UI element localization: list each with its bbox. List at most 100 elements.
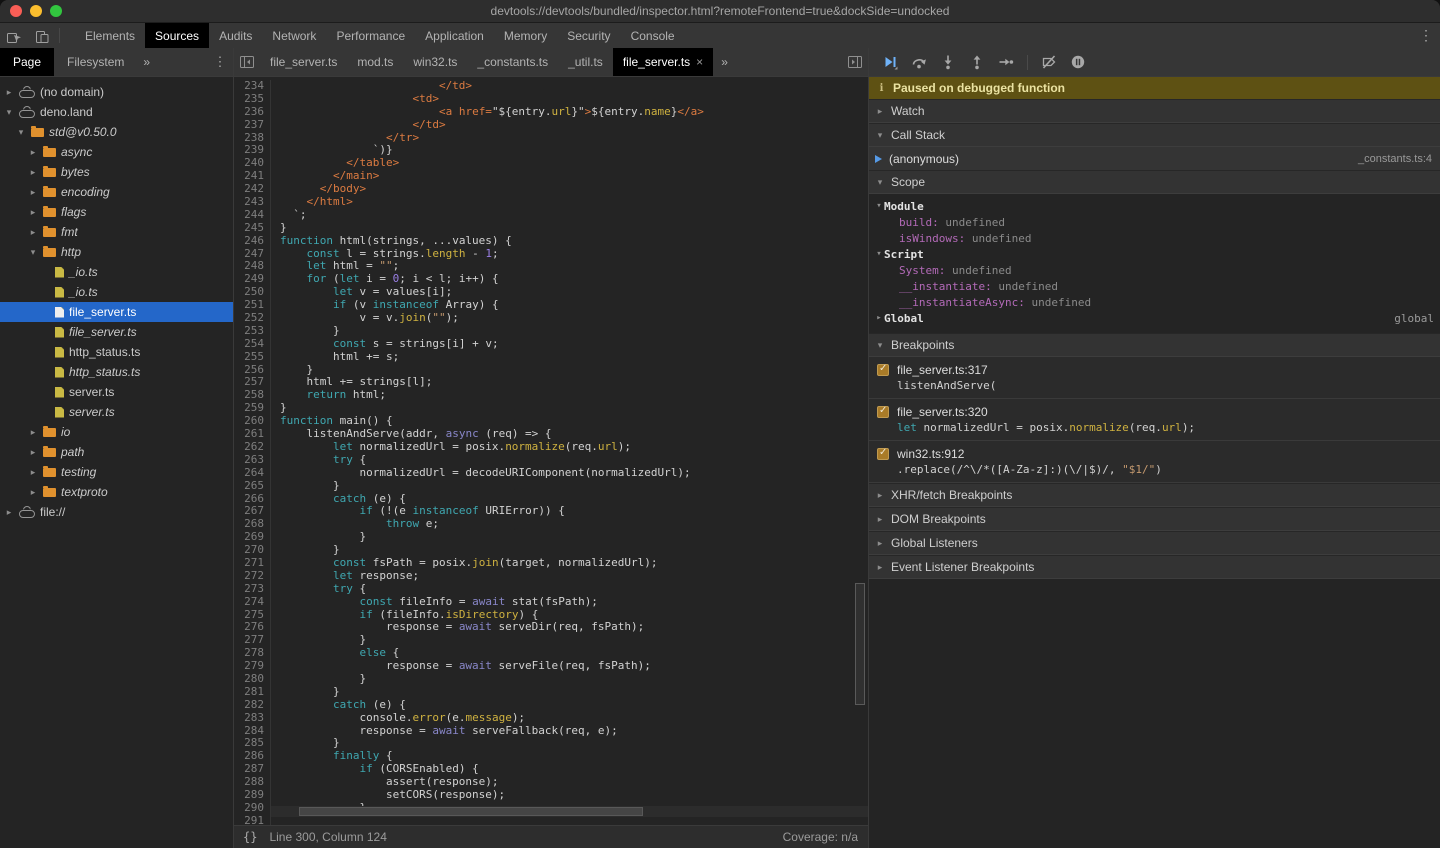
tree-item-http[interactable]: ▾http bbox=[0, 242, 233, 262]
main-tab-elements[interactable]: Elements bbox=[75, 23, 145, 48]
line-number[interactable]: 253 bbox=[234, 325, 271, 338]
more-options-icon[interactable]: ⋮ bbox=[1412, 23, 1440, 48]
line-number[interactable]: 290 bbox=[234, 802, 271, 815]
main-tab-sources[interactable]: Sources bbox=[145, 23, 209, 48]
code-editor[interactable]: 234 </td>235 <td>236 <a href="${entry.ur… bbox=[234, 77, 868, 825]
line-number[interactable]: 265 bbox=[234, 480, 271, 493]
line-number[interactable]: 282 bbox=[234, 699, 271, 712]
main-tab-performance[interactable]: Performance bbox=[326, 23, 415, 48]
main-tab-security[interactable]: Security bbox=[557, 23, 620, 48]
tree-item-std@v0.50.0[interactable]: ▾std@v0.50.0 bbox=[0, 122, 233, 142]
call-stack-frame[interactable]: (anonymous) _constants.ts:4 bbox=[869, 147, 1440, 170]
tree-item-http_status.ts[interactable]: http_status.ts bbox=[0, 362, 233, 382]
file-tabs-overflow[interactable]: » bbox=[713, 48, 736, 76]
main-tab-network[interactable]: Network bbox=[262, 23, 326, 48]
minimize-button[interactable] bbox=[30, 5, 42, 17]
navigator-tab-page[interactable]: Page bbox=[0, 48, 54, 76]
line-number[interactable]: 271 bbox=[234, 557, 271, 570]
resume-icon[interactable] bbox=[877, 51, 903, 73]
main-tab-audits[interactable]: Audits bbox=[209, 23, 262, 48]
step-icon[interactable] bbox=[993, 51, 1019, 73]
section-call-stack[interactable]: ▾ Call Stack bbox=[869, 123, 1440, 147]
breakpoint-item[interactable]: file_server.ts:320let normalizedUrl = po… bbox=[869, 399, 1440, 441]
line-number[interactable]: 255 bbox=[234, 351, 271, 364]
line-number[interactable]: 264 bbox=[234, 467, 271, 480]
step-into-icon[interactable] bbox=[935, 51, 961, 73]
show-debugger-icon[interactable] bbox=[842, 48, 868, 76]
file-tab-file_server.ts[interactable]: file_server.ts× bbox=[613, 48, 713, 76]
line-number[interactable]: 246 bbox=[234, 235, 271, 248]
close-tab-icon[interactable]: × bbox=[696, 55, 703, 69]
tree-item-http_status.ts[interactable]: http_status.ts bbox=[0, 342, 233, 362]
hide-navigator-icon[interactable] bbox=[234, 48, 260, 76]
tree-item-testing[interactable]: ▸testing bbox=[0, 462, 233, 482]
tree-item-server.ts[interactable]: server.ts bbox=[0, 382, 233, 402]
line-number[interactable]: 243 bbox=[234, 196, 271, 209]
deactivate-breakpoints-icon[interactable] bbox=[1036, 51, 1062, 73]
section-scope[interactable]: ▾ Scope bbox=[869, 170, 1440, 194]
line-number[interactable]: 237 bbox=[234, 119, 271, 132]
breakpoint-checkbox[interactable] bbox=[877, 406, 889, 418]
main-tab-memory[interactable]: Memory bbox=[494, 23, 557, 48]
pretty-print-icon[interactable]: {} bbox=[234, 830, 269, 844]
breakpoint-checkbox[interactable] bbox=[877, 364, 889, 376]
line-number[interactable]: 280 bbox=[234, 673, 271, 686]
line-number[interactable]: 262 bbox=[234, 441, 271, 454]
tree-item--no-domain-[interactable]: ▸(no domain) bbox=[0, 82, 233, 102]
line-number[interactable]: 236 bbox=[234, 106, 271, 119]
line-number[interactable]: 244 bbox=[234, 209, 271, 222]
tree-item-encoding[interactable]: ▸encoding bbox=[0, 182, 233, 202]
breakpoint-checkbox[interactable] bbox=[877, 448, 889, 460]
line-number[interactable]: 261 bbox=[234, 428, 271, 441]
line-number[interactable]: 283 bbox=[234, 712, 271, 725]
line-number[interactable]: 273 bbox=[234, 583, 271, 596]
file-tab-win32.ts[interactable]: win32.ts bbox=[403, 48, 467, 76]
tree-item-flags[interactable]: ▸flags bbox=[0, 202, 233, 222]
section-breakpoints[interactable]: ▾ Breakpoints bbox=[869, 333, 1440, 357]
tree-item-server.ts[interactable]: server.ts bbox=[0, 402, 233, 422]
frame-location[interactable]: _constants.ts:4 bbox=[1358, 153, 1432, 165]
step-over-icon[interactable] bbox=[906, 51, 932, 73]
tree-item-file-[interactable]: ▸file:// bbox=[0, 502, 233, 522]
tree-item-io[interactable]: ▸io bbox=[0, 422, 233, 442]
file-tab-mod.ts[interactable]: mod.ts bbox=[347, 48, 403, 76]
horizontal-scrollbar[interactable] bbox=[271, 806, 868, 817]
section-xhr-fetch-breakpoints[interactable]: ▸XHR/fetch Breakpoints bbox=[869, 483, 1440, 507]
navigator-tabs-overflow[interactable]: » bbox=[137, 48, 156, 76]
vertical-scrollbar-thumb[interactable] bbox=[855, 583, 865, 705]
tree-item-file_server.ts[interactable]: file_server.ts bbox=[0, 302, 233, 322]
tree-item-deno.land[interactable]: ▾deno.land bbox=[0, 102, 233, 122]
tree-item-path[interactable]: ▸path bbox=[0, 442, 233, 462]
step-out-icon[interactable] bbox=[964, 51, 990, 73]
file-tab-file_server.ts[interactable]: file_server.ts bbox=[260, 48, 347, 76]
device-toolbar-icon[interactable] bbox=[28, 23, 56, 48]
line-number[interactable]: 254 bbox=[234, 338, 271, 351]
section-dom-breakpoints[interactable]: ▸DOM Breakpoints bbox=[869, 507, 1440, 531]
line-number[interactable]: 245 bbox=[234, 222, 271, 235]
navigator-more-icon[interactable]: ⋮ bbox=[207, 48, 233, 76]
horizontal-scrollbar-thumb[interactable] bbox=[299, 807, 643, 816]
file-tab-_util.ts[interactable]: _util.ts bbox=[558, 48, 613, 76]
tree-item-bytes[interactable]: ▸bytes bbox=[0, 162, 233, 182]
line-number[interactable]: 263 bbox=[234, 454, 271, 467]
line-number[interactable]: 274 bbox=[234, 596, 271, 609]
section-watch[interactable]: ▸ Watch bbox=[869, 99, 1440, 123]
line-number[interactable]: 234 bbox=[234, 80, 271, 93]
scope-group-script[interactable]: ▾Script bbox=[869, 246, 1440, 262]
zoom-button[interactable] bbox=[50, 5, 62, 17]
breakpoint-item[interactable]: file_server.ts:317listenAndServe( bbox=[869, 357, 1440, 399]
section-global-listeners[interactable]: ▸Global Listeners bbox=[869, 531, 1440, 555]
tree-item-_io.ts[interactable]: _io.ts bbox=[0, 282, 233, 302]
tree-item-file_server.ts[interactable]: file_server.ts bbox=[0, 322, 233, 342]
scope-group-global[interactable]: ▸Globalglobal bbox=[869, 310, 1440, 326]
section-event-listener-breakpoints[interactable]: ▸Event Listener Breakpoints bbox=[869, 555, 1440, 579]
line-number[interactable]: 235 bbox=[234, 93, 271, 106]
tree-item-textproto[interactable]: ▸textproto bbox=[0, 482, 233, 502]
breakpoint-item[interactable]: win32.ts:912.replace(/^\/*([A-Za-z]:)(\/… bbox=[869, 441, 1440, 483]
line-number[interactable]: 281 bbox=[234, 686, 271, 699]
line-number[interactable]: 291 bbox=[234, 815, 271, 825]
main-tab-application[interactable]: Application bbox=[415, 23, 494, 48]
close-button[interactable] bbox=[10, 5, 22, 17]
tree-item-async[interactable]: ▸async bbox=[0, 142, 233, 162]
inspect-element-icon[interactable] bbox=[0, 23, 28, 48]
